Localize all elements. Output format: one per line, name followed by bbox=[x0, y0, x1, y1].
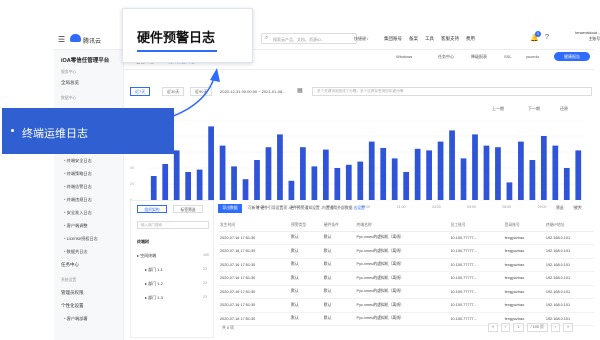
callout-label: 终端运维日志 bbox=[22, 127, 88, 140]
bullet-icon bbox=[11, 129, 14, 132]
callout-title: 硬件预警日志 bbox=[137, 31, 216, 46]
callout-terminal-ops: 终端运维日志 bbox=[2, 108, 174, 154]
callout-hardware-alert: 硬件预警日志 bbox=[122, 8, 253, 63]
callout-arrow bbox=[167, 68, 220, 119]
callout-underline bbox=[137, 50, 217, 52]
